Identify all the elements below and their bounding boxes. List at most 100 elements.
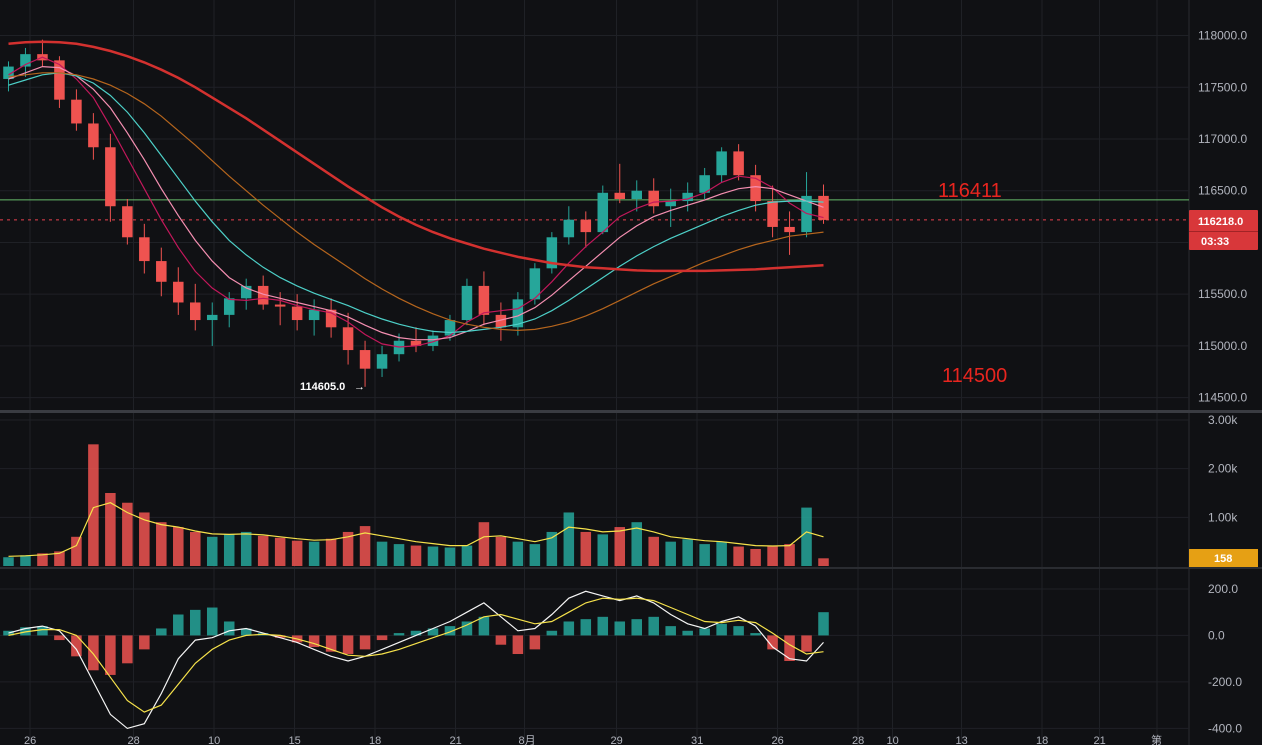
candle-body (597, 192, 609, 233)
volume-bar (699, 544, 710, 566)
candle-body (122, 206, 133, 238)
candle-body (631, 190, 642, 199)
time-tick-label: 10 (208, 735, 220, 745)
candle-body (478, 285, 490, 315)
volume-bar (223, 534, 235, 566)
candle-body (342, 327, 354, 351)
macd-histogram-bar (546, 630, 558, 636)
volume-bar (173, 527, 184, 566)
low-price-label: 114605.0 (300, 381, 345, 393)
price-tick-label: 118000.0 (1198, 29, 1247, 43)
time-tick-label: 28 (128, 735, 140, 745)
volume-bar (461, 545, 473, 566)
price-tick-label: 117500.0 (1198, 80, 1247, 94)
candle-body (716, 151, 727, 176)
macd-histogram-bar (223, 621, 235, 636)
volume-bar (614, 527, 626, 566)
volume-bar (257, 535, 269, 566)
time-tick-label: 13 (956, 735, 968, 745)
pane-separator-2[interactable] (0, 567, 1262, 569)
volume-bar (478, 522, 490, 566)
macd-histogram-bar (784, 635, 795, 661)
candle-body (750, 175, 761, 202)
macd-histogram-bar (105, 635, 116, 675)
macd-histogram-bar (665, 626, 676, 636)
time-tick-label: 10 (887, 735, 899, 745)
price-tick-label: 114500.0 (1198, 391, 1247, 405)
macd-histogram-bar (716, 623, 727, 636)
time-tick-label: 26 (24, 735, 36, 745)
candle-body (376, 354, 388, 369)
time-tick-label: 18 (1036, 735, 1048, 745)
candle-body (767, 201, 778, 227)
pane-separator[interactable] (0, 410, 1262, 413)
volume-tick-label: 3.00k (1208, 413, 1238, 427)
candle-body (88, 123, 99, 148)
volume-bar (444, 547, 456, 566)
macd-histogram-bar (733, 626, 744, 636)
macd-histogram-bar (597, 616, 609, 636)
candle-body (291, 306, 303, 321)
macd-histogram-bar (512, 635, 524, 655)
candle-body (156, 261, 167, 282)
macd-histogram-bar (122, 635, 133, 664)
time-tick-label: 18 (369, 735, 381, 745)
volume-bar (240, 531, 252, 566)
chart-background (0, 0, 1262, 745)
macd-histogram-bar (529, 635, 541, 650)
macd-histogram-bar (410, 630, 422, 636)
macd-histogram-bar (54, 635, 65, 641)
time-tick-label: 29 (611, 735, 623, 745)
macd-histogram-bar (88, 635, 99, 671)
volume-bar (784, 544, 795, 566)
time-tick-label: 31 (691, 735, 703, 745)
volume-bar (376, 541, 388, 566)
candle-body (206, 314, 218, 321)
macd-histogram-bar (139, 635, 150, 650)
macd-histogram-bar (478, 616, 490, 636)
volume-tick-label: 2.00k (1208, 462, 1238, 476)
volume-bar (512, 541, 524, 566)
low-arrow-icon: → (354, 381, 365, 393)
volume-bar (801, 507, 812, 566)
volume-bar (3, 557, 14, 566)
candle-body (614, 192, 626, 199)
candle-body (105, 147, 116, 207)
volume-bar (274, 537, 286, 566)
volume-bar (393, 544, 405, 566)
price-tick-label: 115000.0 (1198, 339, 1247, 353)
volume-bar (665, 541, 676, 566)
macd-histogram-bar (648, 616, 659, 636)
macd-tick-label: -200.0 (1208, 675, 1242, 689)
volume-bar (427, 546, 439, 566)
macd-histogram-bar (156, 628, 167, 636)
volume-bar (529, 544, 541, 566)
candle-body (139, 237, 150, 262)
macd-tick-label: 200.0 (1208, 582, 1238, 596)
time-tick-label: 21 (1094, 735, 1106, 745)
volume-bar (410, 545, 422, 566)
candle-body (733, 151, 744, 176)
macd-histogram-bar (190, 609, 201, 636)
candle-body (190, 302, 201, 321)
macd-histogram-bar (818, 612, 829, 636)
volume-last-value: 158 (1214, 553, 1232, 565)
low-marker: 114605.0 → (300, 381, 365, 393)
trading-chart[interactable]: 118000.0117500.0117000.0116500.0116000.0… (0, 0, 1262, 745)
macd-histogram-bar (614, 621, 626, 636)
candle-body (274, 304, 286, 307)
volume-bar (767, 546, 778, 566)
volume-bar (71, 536, 82, 566)
volume-bar (495, 536, 507, 566)
macd-histogram-bar (342, 635, 354, 655)
volume-bar (580, 531, 592, 566)
volume-bar (733, 546, 744, 566)
macd-histogram-bar (801, 635, 812, 652)
volume-tag: 158 (1189, 549, 1258, 567)
volume-bar (682, 539, 693, 566)
macd-histogram-bar (631, 619, 642, 636)
price-tick-label: 117000.0 (1198, 132, 1247, 146)
volume-bar (818, 558, 829, 566)
time-tick-label: 21 (450, 735, 462, 745)
volume-tick-label: 1.00k (1208, 510, 1238, 524)
